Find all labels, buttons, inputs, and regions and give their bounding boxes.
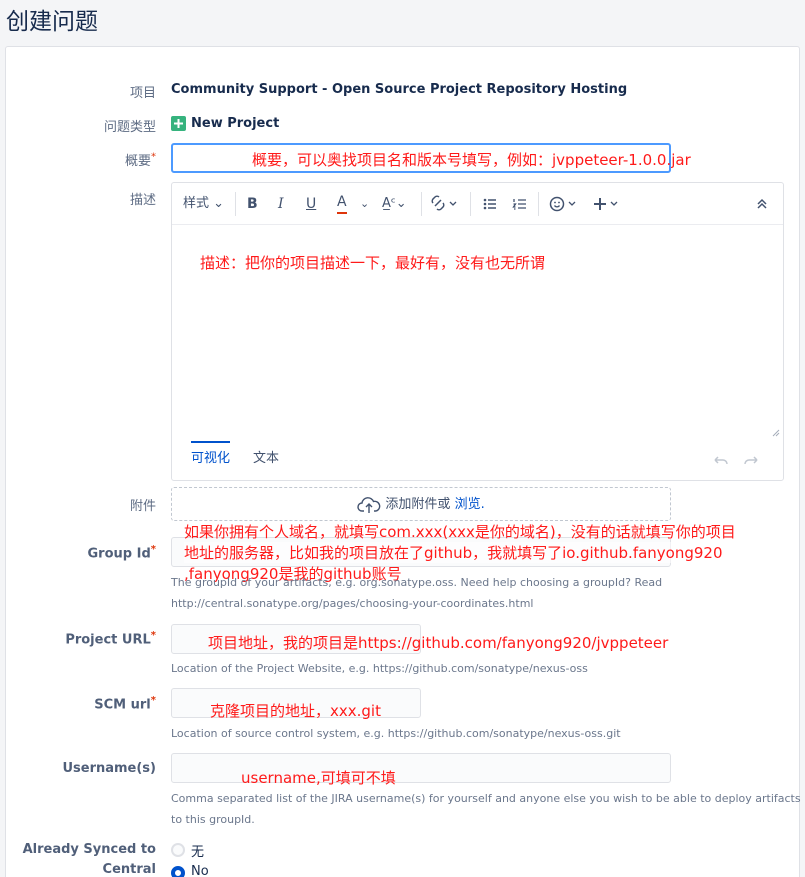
- project-value[interactable]: Community Support - Open Source Project …: [171, 82, 627, 97]
- summary-label-text: 概要: [124, 154, 151, 169]
- project-url-label: Project URL*: [65, 630, 156, 647]
- page-title: 创建问题: [6, 9, 98, 35]
- project-url-label-text: Project URL: [65, 632, 151, 648]
- radio-option-no[interactable]: [171, 866, 185, 877]
- chevron-down-icon: ⌄: [213, 196, 225, 211]
- scm-url-annotation: 克隆项目的地址，xxx.git: [210, 702, 381, 720]
- toolbar-divider: [538, 192, 539, 216]
- description-editor[interactable]: 样式 ⌄ B I U A ⌄ A̲ᶜ⌄ 可视化 文本: [171, 182, 784, 481]
- text-style-label: 样式: [183, 196, 210, 211]
- insert-plus-icon[interactable]: [592, 194, 622, 214]
- bold-icon[interactable]: B: [247, 194, 258, 214]
- attachment-dropzone[interactable]: 添加附件或 浏览.: [171, 487, 671, 521]
- usernames-help-2: to this groupId.: [171, 813, 255, 826]
- required-mark: *: [151, 151, 156, 163]
- attachment-label: 附件: [129, 499, 156, 514]
- radio-option-no-label: No: [191, 864, 209, 877]
- usernames-annotation: username,可填可不填: [241, 769, 396, 787]
- editor-toolbar: 样式 ⌄ B I U A ⌄ A̲ᶜ⌄: [172, 183, 783, 225]
- scm-url-help: Location of source control system, e.g. …: [171, 727, 621, 740]
- project-url-help: Location of the Project Website, e.g. ht…: [171, 662, 588, 675]
- editor-mode-tabs: 可视化 文本: [172, 441, 783, 481]
- tab-text[interactable]: 文本: [253, 447, 279, 466]
- bullet-list-icon[interactable]: [482, 194, 498, 214]
- group-id-label-text: Group Id: [87, 546, 151, 562]
- description-label: 描述: [129, 193, 156, 208]
- group-id-help-2: http://central.sonatype.org/pages/choosi…: [171, 597, 534, 610]
- numbered-list-icon[interactable]: [512, 194, 528, 214]
- add-icon: [171, 116, 186, 131]
- required-mark: *: [150, 630, 156, 641]
- collapse-toolbar-icon[interactable]: [755, 194, 769, 214]
- group-id-help-1: The groupId of your artifacts, e.g. org.…: [171, 576, 663, 589]
- scm-url-label-text: SCM url: [94, 697, 151, 713]
- cloud-upload-icon: [357, 496, 381, 514]
- emoji-icon[interactable]: [549, 194, 579, 214]
- issue-type-label: 问题类型: [103, 120, 156, 135]
- toolbar-divider: [421, 192, 422, 216]
- tab-visual[interactable]: 可视化: [191, 441, 231, 466]
- summary-annotation: 概要，可以奥找项目名和版本号填写，例如：jvppeteer-1.0.0.jar: [252, 151, 691, 169]
- redo-icon[interactable]: [743, 455, 759, 467]
- description-annotation: 描述：把你的项目描述一下，最好有，没有也无所谓: [200, 254, 546, 272]
- link-icon[interactable]: [431, 194, 459, 214]
- radio-option-none[interactable]: [171, 843, 185, 857]
- toolbar-divider: [470, 192, 471, 216]
- summary-label: 概要*: [125, 150, 156, 169]
- toolbar-divider: [235, 192, 236, 216]
- italic-icon[interactable]: I: [278, 194, 284, 214]
- already-synced-label-1: Already Synced to: [22, 842, 156, 857]
- already-synced-label-2: Central: [102, 862, 156, 877]
- text-color-icon[interactable]: A: [337, 194, 347, 214]
- usernames-label: Username(s): [62, 761, 156, 776]
- project-url-annotation: 项目地址，我的项目是https://github.com/fanyong920/…: [208, 634, 669, 652]
- underline-icon[interactable]: U: [306, 194, 316, 214]
- group-id-annotation-1: 如果你拥有个人域名，就填写com.xxx(xxx是你的域名)，没有的话就填写你的…: [184, 523, 736, 541]
- usernames-help-1: Comma separated list of the JIRA usernam…: [171, 792, 801, 805]
- more-formatting-icon[interactable]: A̲ᶜ⌄: [382, 194, 407, 214]
- scm-url-label: SCM url*: [94, 695, 156, 712]
- required-mark: *: [150, 695, 156, 706]
- resize-handle-icon[interactable]: [771, 428, 780, 437]
- project-label: 项目: [129, 86, 156, 101]
- group-id-label: Group Id*: [88, 544, 156, 561]
- group-id-annotation-2: 地址的服务器，比如我的项目放在了github，我就填写了io.github.fa…: [184, 542, 723, 563]
- chevron-down-icon[interactable]: ⌄: [360, 194, 369, 214]
- browse-link[interactable]: 浏览.: [455, 497, 485, 512]
- undo-icon[interactable]: [713, 455, 729, 467]
- attachment-text: 添加附件或: [385, 497, 451, 512]
- text-style-dropdown[interactable]: 样式 ⌄: [183, 194, 224, 214]
- issue-type-value[interactable]: New Project: [191, 116, 279, 131]
- required-mark: *: [150, 544, 156, 555]
- radio-option-none-label: 无: [191, 845, 205, 860]
